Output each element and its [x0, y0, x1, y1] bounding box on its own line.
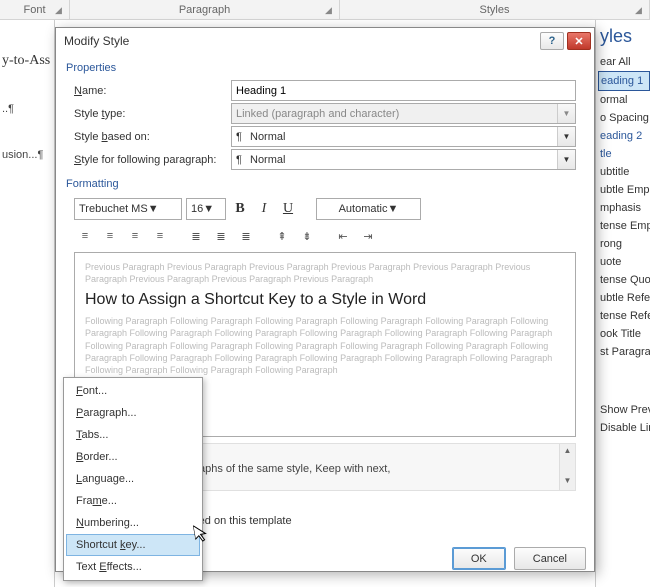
description-scrollbar[interactable]: ▲▼	[559, 444, 575, 490]
menu-text-effects[interactable]: Text Effects...	[66, 556, 200, 578]
ribbon-group-font: Font◢	[0, 0, 70, 19]
align-left-button[interactable]: ≡	[74, 226, 96, 246]
style-entry[interactable]: uote	[598, 253, 650, 271]
font-color-combo[interactable]: Automatic▼	[316, 198, 421, 220]
dialog-launcher-icon[interactable]: ◢	[325, 5, 337, 17]
space-before-inc-button[interactable]: ⇞	[271, 226, 293, 246]
ok-button[interactable]: OK	[452, 547, 506, 570]
menu-tabs[interactable]: Tabs...	[66, 424, 200, 446]
chevron-down-icon[interactable]: ▼	[557, 150, 575, 169]
preview-following-text: Following Paragraph Following Paragraph …	[85, 315, 565, 376]
style-entry[interactable]: ubtle Emph	[598, 181, 650, 199]
ribbon-group-styles: Styles◢	[340, 0, 650, 19]
style-entry[interactable]: tense Refe	[598, 307, 650, 325]
style-entry[interactable]: tle	[598, 145, 650, 163]
style-entry[interactable]: ubtle Refer	[598, 289, 650, 307]
style-entry[interactable]: ormal	[598, 91, 650, 109]
style-entry[interactable]: eading 2	[598, 127, 650, 145]
properties-section: Properties	[66, 60, 584, 78]
menu-font[interactable]: Font...	[66, 380, 200, 402]
style-entry[interactable]: o Spacing	[598, 109, 650, 127]
size-combo[interactable]: 16▼	[186, 198, 226, 220]
based-on-combo[interactable]: ¶Normal▼	[231, 126, 576, 147]
style-entry[interactable]: st Paragra	[598, 343, 650, 361]
close-button[interactable]: ✕	[567, 32, 591, 50]
chevron-down-icon[interactable]: ▼	[557, 127, 575, 146]
menu-numbering[interactable]: Numbering...	[66, 512, 200, 534]
style-entry[interactable]: rong	[598, 235, 650, 253]
name-input[interactable]	[231, 80, 576, 101]
bold-button[interactable]: B	[230, 199, 250, 219]
following-combo[interactable]: ¶Normal▼	[231, 149, 576, 170]
style-entry[interactable]: ubtitle	[598, 163, 650, 181]
dialog-title: Modify Style	[64, 34, 129, 48]
style-type-combo: Linked (paragraph and character)▼	[231, 103, 576, 124]
dialog-launcher-icon[interactable]: ◢	[635, 5, 647, 17]
style-type-label: Style type:	[66, 108, 231, 120]
chevron-down-icon[interactable]: ▼	[148, 203, 159, 215]
dialog-titlebar: Modify Style ? ✕	[56, 28, 594, 54]
menu-frame[interactable]: Frame...	[66, 490, 200, 512]
chevron-down-icon[interactable]: ▼	[203, 203, 214, 215]
ribbon-group-paragraph: Paragraph◢	[70, 0, 340, 19]
name-label: Name:	[66, 85, 231, 97]
italic-button[interactable]: I	[254, 199, 274, 219]
preview-heading: How to Assign a Shortcut Key to a Style …	[85, 285, 565, 315]
line-spacing-15-button[interactable]: ≣	[210, 226, 232, 246]
line-spacing-2-button[interactable]: ≣	[235, 226, 257, 246]
style-entry[interactable]: tense Emp	[598, 217, 650, 235]
align-right-button[interactable]: ≡	[124, 226, 146, 246]
menu-border[interactable]: Border...	[66, 446, 200, 468]
align-center-button[interactable]: ≡	[99, 226, 121, 246]
cancel-button[interactable]: Cancel	[514, 547, 586, 570]
formatting-section: Formatting	[66, 176, 584, 194]
disable-linked-link[interactable]: Disable Lin	[598, 419, 650, 437]
following-label: Style for following paragraph:	[66, 154, 231, 166]
underline-button[interactable]: U	[278, 199, 298, 219]
dialog-launcher-icon[interactable]: ◢	[55, 5, 67, 17]
styles-pane-title: yles	[598, 24, 650, 53]
space-before-dec-button[interactable]: ⇟	[296, 226, 318, 246]
styles-pane: yles ear All eading 1 ormal o Spacing ea…	[595, 20, 650, 587]
help-button[interactable]: ?	[540, 32, 564, 50]
line-spacing-1-button[interactable]: ≣	[185, 226, 207, 246]
document-area: y-to-Ass ..¶ usion...¶	[0, 20, 55, 587]
menu-shortcut-key[interactable]: Shortcut key...	[66, 534, 200, 556]
chevron-down-icon[interactable]: ▼	[388, 203, 399, 215]
justify-button[interactable]: ≡	[149, 226, 171, 246]
preview-previous-text: Previous Paragraph Previous Paragraph Pr…	[85, 261, 565, 285]
format-menu: Font... Paragraph... Tabs... Border... L…	[63, 377, 203, 581]
show-preview-link[interactable]: Show Previ	[598, 401, 650, 419]
style-entry-selected[interactable]: eading 1	[598, 71, 650, 91]
menu-paragraph[interactable]: Paragraph...	[66, 402, 200, 424]
style-entry[interactable]: ear All	[598, 53, 650, 71]
based-on-label: Style based on:	[66, 131, 231, 143]
chevron-down-icon: ▼	[557, 104, 575, 123]
indent-dec-button[interactable]: ⇤	[332, 226, 354, 246]
style-entry[interactable]: tense Quo	[598, 271, 650, 289]
menu-language[interactable]: Language...	[66, 468, 200, 490]
ribbon-groups: Font◢ Paragraph◢ Styles◢	[0, 0, 650, 20]
style-entry[interactable]: ook Title	[598, 325, 650, 343]
indent-inc-button[interactable]: ⇥	[357, 226, 379, 246]
style-entry[interactable]: mphasis	[598, 199, 650, 217]
font-combo[interactable]: Trebuchet MS▼	[74, 198, 182, 220]
